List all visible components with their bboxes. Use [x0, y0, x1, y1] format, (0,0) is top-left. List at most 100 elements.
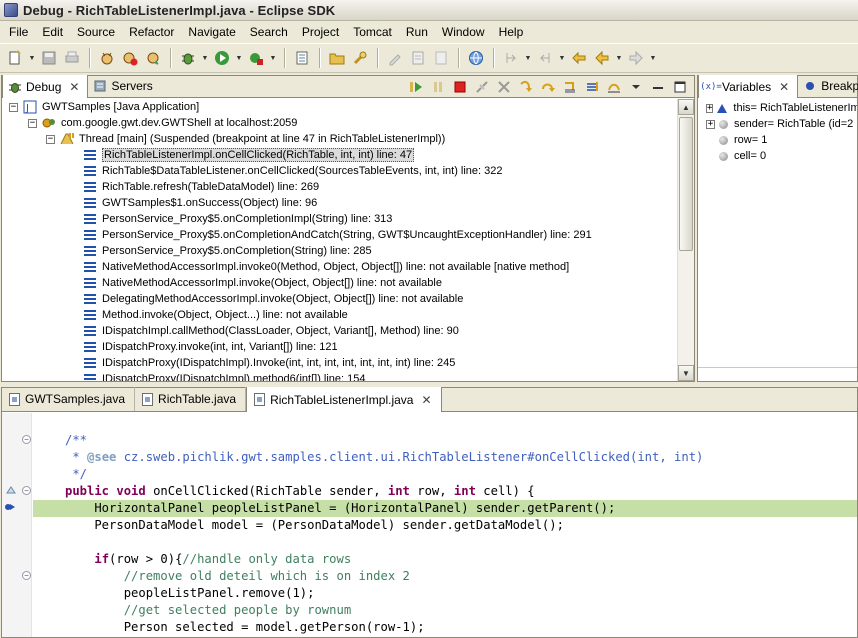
variable-row[interactable]: row= 1: [698, 132, 857, 148]
stack-frame[interactable]: IDispatchProxy.invoke(int, int, Variant[…: [2, 339, 677, 355]
menu-help[interactable]: Help: [492, 23, 531, 41]
step-over-icon[interactable]: [538, 78, 558, 96]
use-step-filters-icon[interactable]: [604, 78, 624, 96]
scroll-down-icon[interactable]: ▼: [678, 365, 694, 381]
stack-frame[interactable]: PersonService_Proxy$5.onCompletionImpl(S…: [2, 211, 677, 227]
close-icon[interactable]: ✕: [779, 80, 789, 94]
run-dropdown-icon[interactable]: ▼: [234, 47, 244, 69]
variable-row[interactable]: cell= 0: [698, 148, 857, 164]
maximize-view-icon[interactable]: [670, 78, 690, 96]
forward-dropdown-icon[interactable]: ▼: [648, 47, 658, 69]
drop-to-frame-icon[interactable]: [582, 78, 602, 96]
stack-frame[interactable]: IDispatchImpl.callMethod(ClassLoader, Ob…: [2, 323, 677, 339]
menu-source[interactable]: Source: [70, 23, 122, 41]
tree-row-thread[interactable]: − Thread [main] (Suspended (breakpoint a…: [2, 131, 677, 147]
stack-frame[interactable]: RichTable.refresh(TableDataModel) line: …: [2, 179, 677, 195]
variable-row[interactable]: + this= RichTableListenerIm: [698, 100, 857, 116]
collapse-toggle-icon[interactable]: −: [28, 118, 37, 128]
next-annotation-dropdown-icon[interactable]: ▼: [523, 47, 533, 69]
close-icon[interactable]: ✕: [421, 393, 431, 407]
annotations-icon[interactable]: [407, 47, 429, 69]
step-return-icon[interactable]: [560, 78, 580, 96]
block-selection-icon[interactable]: [430, 47, 452, 69]
terminate-icon[interactable]: [450, 78, 470, 96]
menu-search[interactable]: Search: [243, 23, 295, 41]
tab-servers[interactable]: Servers: [88, 75, 160, 97]
stack-frame[interactable]: IDispatchProxy(IDispatchImpl).Invoke(int…: [2, 355, 677, 371]
tab-debug[interactable]: Debug ✕: [2, 75, 89, 98]
collapse-toggle-icon[interactable]: −: [9, 102, 18, 112]
stack-frame[interactable]: Method.invoke(Object, Object...) line: n…: [2, 307, 677, 323]
menu-navigate[interactable]: Navigate: [181, 23, 242, 41]
print-icon[interactable]: [61, 47, 83, 69]
external-tools-dropdown-icon[interactable]: ▼: [268, 47, 278, 69]
open-folder-icon[interactable]: [326, 47, 348, 69]
editor-tab-richtable[interactable]: RichTable.java: [135, 387, 247, 411]
menu-refactor[interactable]: Refactor: [122, 23, 181, 41]
next-annotation-icon[interactable]: [500, 47, 522, 69]
menu-edit[interactable]: Edit: [35, 23, 70, 41]
stack-frame[interactable]: RichTableListenerImpl.onCellClicked(Rich…: [2, 147, 677, 163]
open-type-icon[interactable]: [291, 47, 313, 69]
debug-dropdown-icon[interactable]: ▼: [200, 47, 210, 69]
tomcat-start-icon[interactable]: [96, 47, 118, 69]
stack-frame[interactable]: PersonService_Proxy$5.onCompletionAndCat…: [2, 227, 677, 243]
scroll-up-icon[interactable]: ▲: [678, 99, 694, 115]
tab-variables[interactable]: (x)= Variables ✕: [698, 75, 799, 98]
menu-file[interactable]: File: [2, 23, 35, 41]
code-area[interactable]: /** * @see cz.sweb.pichlik.gwt.samples.c…: [33, 413, 857, 637]
stack-frame[interactable]: NativeMethodAccessorImpl.invoke(Object, …: [2, 275, 677, 291]
tab-breakpoints[interactable]: Breakpoint: [798, 75, 858, 97]
view-menu-icon[interactable]: [626, 78, 646, 96]
close-icon[interactable]: ✕: [69, 80, 79, 94]
stack-frame[interactable]: PersonService_Proxy$5.onCompletion(Strin…: [2, 243, 677, 259]
variable-label: sender= RichTable (id=2: [734, 118, 854, 130]
edit-disabled-icon[interactable]: [384, 47, 406, 69]
suspend-icon[interactable]: [428, 78, 448, 96]
forward-icon[interactable]: [625, 47, 647, 69]
debug-run-icon[interactable]: [177, 47, 199, 69]
new-icon[interactable]: [4, 47, 26, 69]
last-edit-location-icon[interactable]: [568, 47, 590, 69]
tomcat-stop-icon[interactable]: [119, 47, 141, 69]
variable-label: cell= 0: [734, 150, 767, 162]
resume-icon[interactable]: [406, 78, 426, 96]
previous-annotation-dropdown-icon[interactable]: ▼: [557, 47, 567, 69]
search-icon[interactable]: [349, 47, 371, 69]
disconnect-icon[interactable]: [472, 78, 492, 96]
previous-annotation-icon[interactable]: [534, 47, 556, 69]
editor-tab-gwtsamples[interactable]: GWTSamples.java: [2, 387, 136, 411]
expand-toggle-icon[interactable]: +: [706, 119, 715, 129]
menu-tomcat[interactable]: Tomcat: [346, 23, 399, 41]
run-icon[interactable]: [211, 47, 233, 69]
menu-run[interactable]: Run: [399, 23, 435, 41]
fold-collapse-icon[interactable]: −: [22, 483, 31, 497]
back-icon[interactable]: [591, 47, 613, 69]
scroll-thumb[interactable]: [679, 117, 693, 251]
save-icon[interactable]: [38, 47, 60, 69]
tree-row-launch[interactable]: − J GWTSamples [Java Application]: [2, 99, 677, 115]
back-dropdown-icon[interactable]: ▼: [614, 47, 624, 69]
debug-tree-scrollbar[interactable]: ▲ ▼: [677, 99, 694, 381]
variable-row[interactable]: + sender= RichTable (id=2: [698, 116, 857, 132]
stack-frame[interactable]: RichTable$DataTableListener.onCellClicke…: [2, 163, 677, 179]
remove-terminated-icon[interactable]: [494, 78, 514, 96]
step-into-icon[interactable]: [516, 78, 536, 96]
fold-collapse-icon[interactable]: −: [22, 432, 31, 446]
expand-toggle-icon[interactable]: +: [706, 103, 714, 113]
menu-window[interactable]: Window: [435, 23, 492, 41]
minimize-view-icon[interactable]: [648, 78, 668, 96]
stack-frame[interactable]: DelegatingMethodAccessorImpl.invoke(Obje…: [2, 291, 677, 307]
editor-tab-richtablelistenerimpl[interactable]: RichTableListenerImpl.java ✕: [246, 387, 442, 412]
collapse-toggle-icon[interactable]: −: [46, 134, 55, 144]
new-dropdown-icon[interactable]: ▼: [27, 47, 37, 69]
menu-project[interactable]: Project: [295, 23, 346, 41]
stack-frame[interactable]: IDispatchProxy(IDispatchImpl).method6(in…: [2, 371, 677, 381]
tomcat-restart-icon[interactable]: [142, 47, 164, 69]
stack-frame[interactable]: NativeMethodAccessorImpl.invoke0(Method,…: [2, 259, 677, 275]
web-browser-icon[interactable]: [465, 47, 487, 69]
external-tools-icon[interactable]: [245, 47, 267, 69]
fold-collapse-icon[interactable]: −: [22, 568, 31, 582]
stack-frame[interactable]: GWTSamples$1.onSuccess(Object) line: 96: [2, 195, 677, 211]
tree-row-process[interactable]: − com.google.gwt.dev.GWTShell at localho…: [2, 115, 677, 131]
